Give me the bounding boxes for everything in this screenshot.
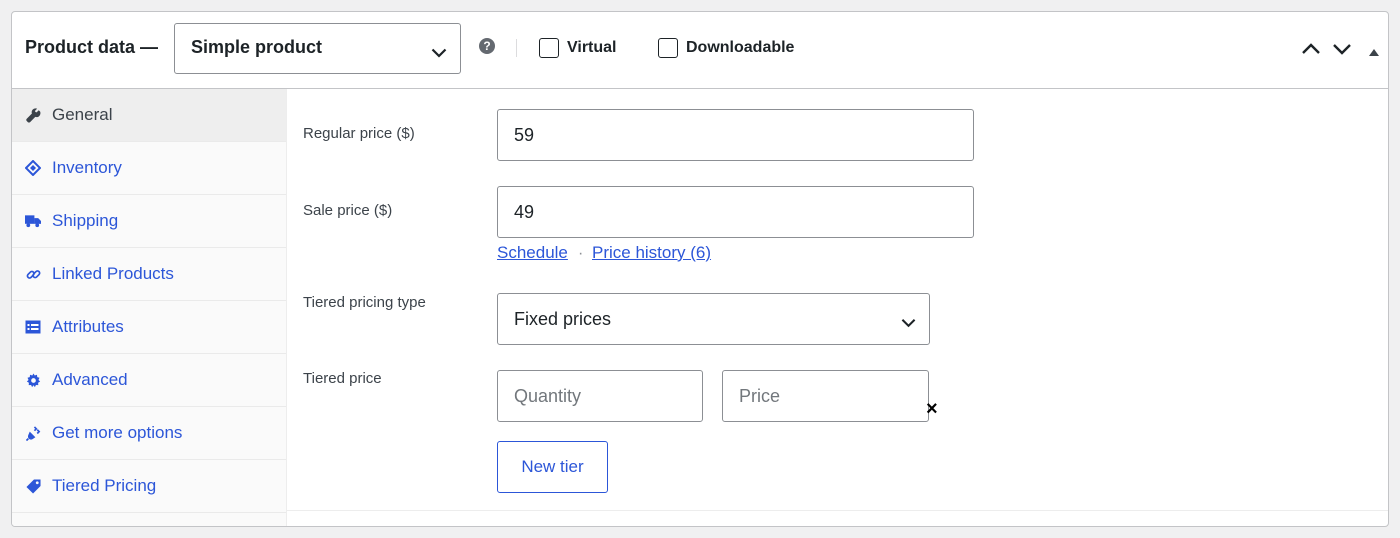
wrench-icon bbox=[25, 107, 41, 123]
price-history-link[interactable]: Price history (6) bbox=[592, 243, 711, 263]
tiered-price-label: Tiered price bbox=[303, 370, 382, 387]
tier-quantity-input[interactable] bbox=[497, 370, 703, 422]
tab-linked-products-label: Linked Products bbox=[52, 264, 174, 283]
product-data-header: Product data — Simple product ? Virtual … bbox=[12, 12, 1388, 89]
regular-price-label: Regular price ($) bbox=[303, 125, 415, 142]
link-separator: · bbox=[578, 245, 584, 262]
remove-tier-icon[interactable]: × bbox=[926, 399, 938, 419]
chevron-down-icon bbox=[901, 312, 916, 333]
tab-attributes-label: Attributes bbox=[52, 317, 124, 336]
tab-shipping-label: Shipping bbox=[52, 211, 119, 230]
tiered-pricing-type-value: Fixed prices bbox=[514, 309, 612, 329]
virtual-checkbox[interactable] bbox=[539, 38, 559, 58]
move-down-icon[interactable] bbox=[1332, 42, 1352, 60]
move-up-icon[interactable] bbox=[1301, 42, 1321, 60]
product-data-tabs: General Inventory Shipping Linked Produc… bbox=[12, 89, 287, 526]
gear-icon bbox=[25, 372, 41, 388]
downloadable-checkbox[interactable] bbox=[658, 38, 678, 58]
product-data-panel: Product data — Simple product ? Virtual … bbox=[11, 11, 1389, 527]
general-tab-panel: Regular price ($) Sale price ($) Schedul… bbox=[287, 89, 1388, 526]
link-icon bbox=[25, 266, 41, 282]
product-data-title: Product data — bbox=[25, 37, 159, 57]
tab-tiered-pricing-label: Tiered Pricing bbox=[52, 476, 157, 495]
header-divider bbox=[516, 39, 517, 57]
virtual-checkbox-wrap[interactable]: Virtual bbox=[539, 38, 617, 58]
product-type-select[interactable]: Simple product bbox=[174, 23, 461, 74]
panel-divider bbox=[287, 510, 1388, 511]
tab-linked-products[interactable]: Linked Products bbox=[12, 248, 286, 301]
tab-inventory-label: Inventory bbox=[52, 158, 122, 177]
list-icon bbox=[25, 319, 41, 335]
collapse-toggle-icon[interactable] bbox=[1368, 44, 1380, 62]
help-icon[interactable]: ? bbox=[479, 38, 495, 54]
plugin-icon bbox=[25, 425, 41, 441]
truck-icon bbox=[25, 213, 41, 229]
tag-icon bbox=[25, 160, 41, 176]
new-tier-button[interactable]: New tier bbox=[497, 441, 608, 493]
schedule-link[interactable]: Schedule bbox=[497, 243, 568, 263]
downloadable-label: Downloadable bbox=[686, 39, 795, 56]
tab-get-more-options[interactable]: Get more options bbox=[12, 407, 286, 460]
sale-price-input[interactable] bbox=[497, 186, 974, 238]
tab-advanced[interactable]: Advanced bbox=[12, 354, 286, 407]
tab-attributes[interactable]: Attributes bbox=[12, 301, 286, 354]
price-tag-icon bbox=[25, 478, 41, 494]
product-type-value: Simple product bbox=[191, 37, 323, 57]
sale-price-label: Sale price ($) bbox=[303, 202, 393, 219]
tab-tiered-pricing[interactable]: Tiered Pricing bbox=[12, 460, 286, 513]
tab-general[interactable]: General bbox=[12, 89, 286, 142]
tiered-pricing-type-label: Tiered pricing type bbox=[303, 294, 426, 311]
tab-inventory[interactable]: Inventory bbox=[12, 142, 286, 195]
tiered-pricing-type-select[interactable]: Fixed prices bbox=[497, 293, 930, 345]
virtual-label: Virtual bbox=[567, 39, 617, 56]
tab-general-label: General bbox=[52, 105, 113, 124]
tab-get-more-options-label: Get more options bbox=[52, 423, 183, 442]
tab-advanced-label: Advanced bbox=[52, 370, 128, 389]
new-tier-label: New tier bbox=[521, 457, 584, 476]
downloadable-checkbox-wrap[interactable]: Downloadable bbox=[658, 38, 794, 58]
chevron-down-icon bbox=[431, 42, 447, 63]
tier-price-input[interactable] bbox=[722, 370, 929, 422]
tab-shipping[interactable]: Shipping bbox=[12, 195, 286, 248]
regular-price-input[interactable] bbox=[497, 109, 974, 161]
